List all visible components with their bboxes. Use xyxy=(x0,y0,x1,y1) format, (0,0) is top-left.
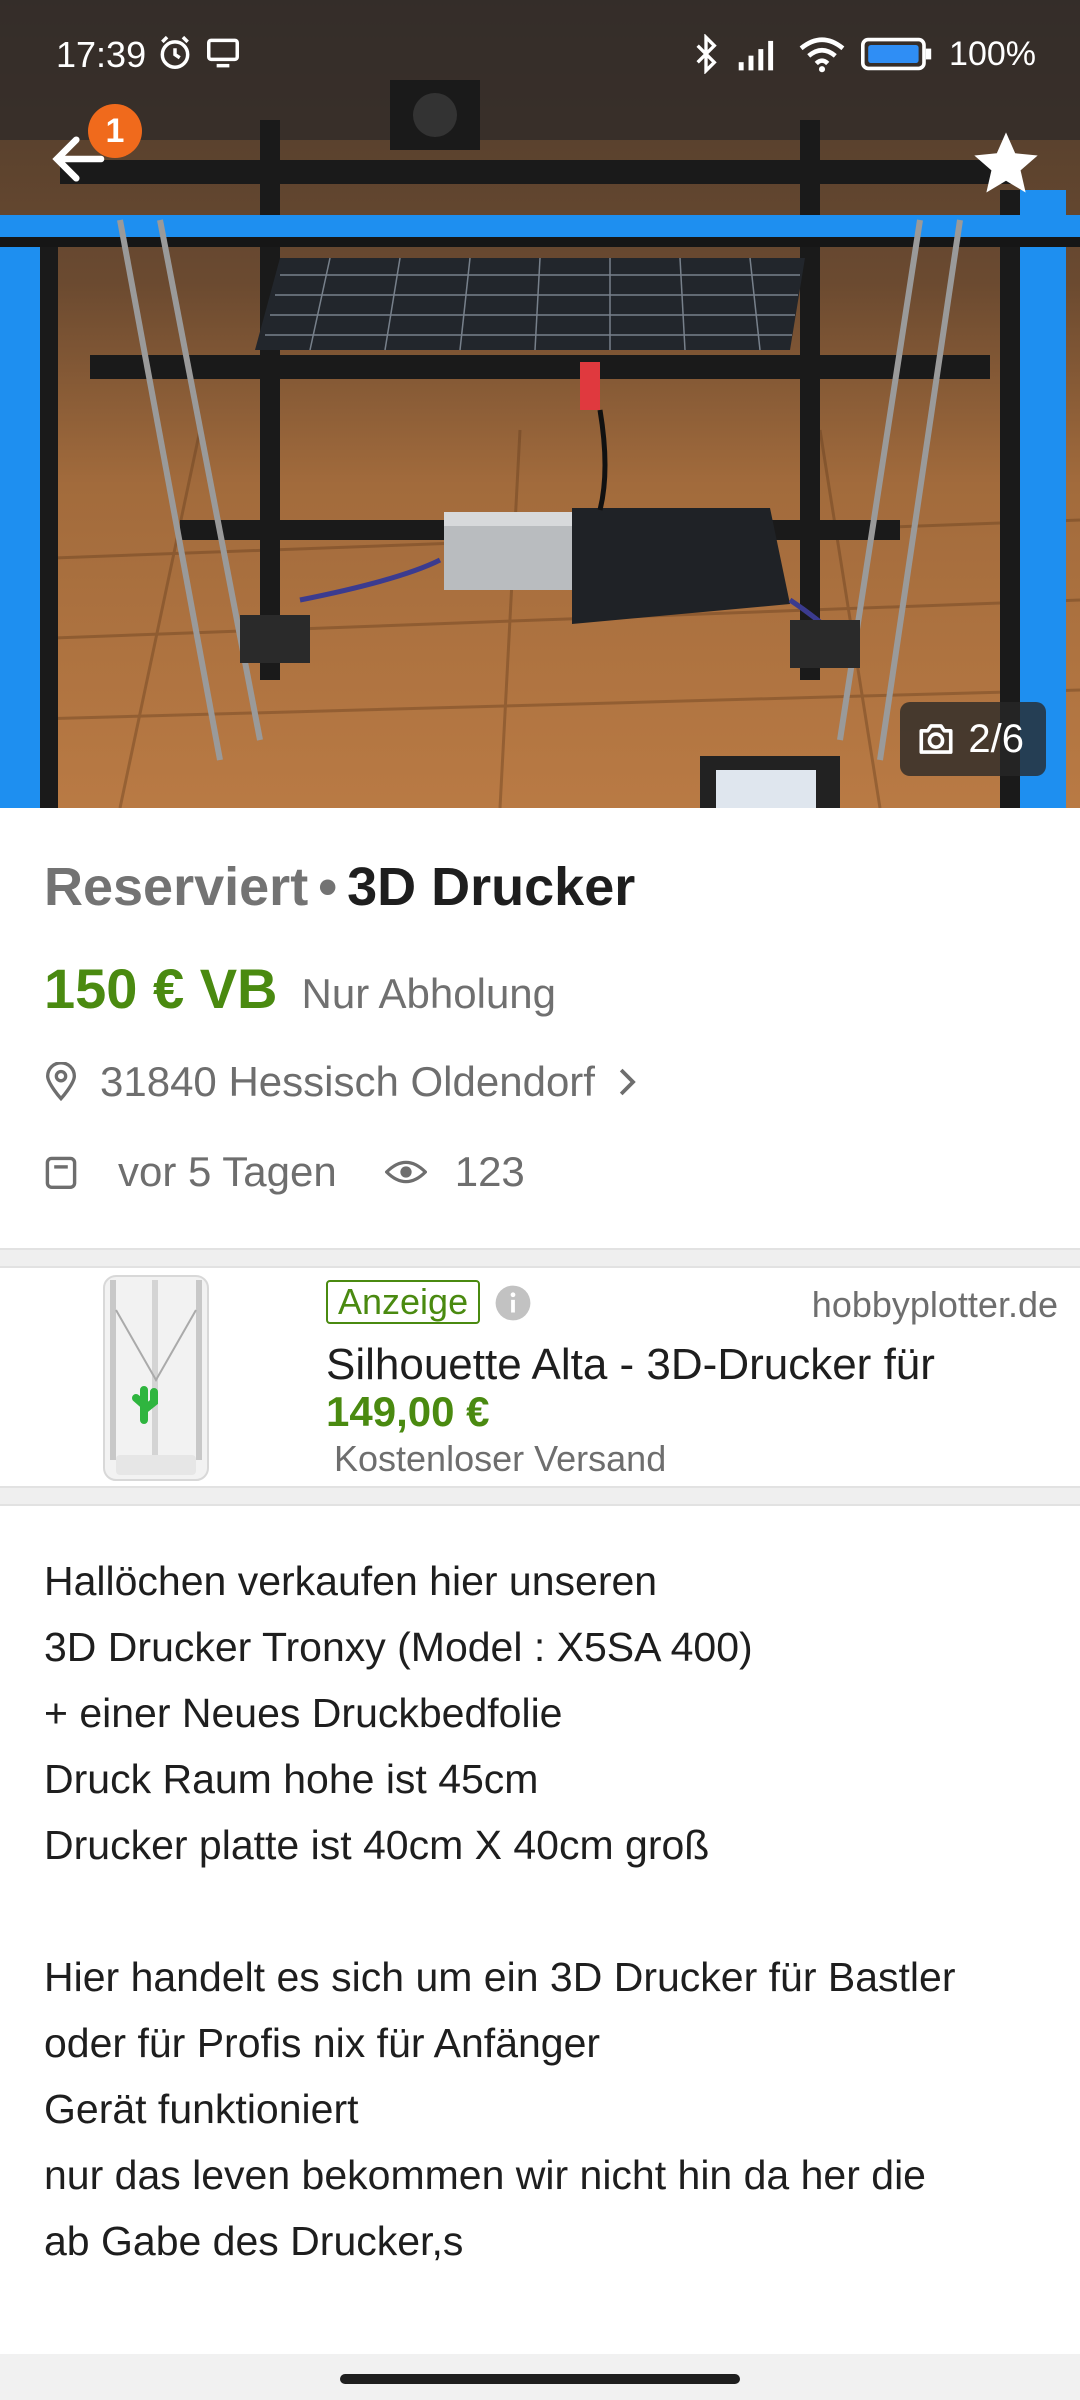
ad-product-image xyxy=(103,1275,209,1481)
listing-meta: vor 5 Tagen 123 xyxy=(44,1148,525,1196)
description-line xyxy=(44,1878,1044,1944)
description-line: ab Gabe des Drucker,s xyxy=(44,2218,464,2264)
ad-domain: hobbyplotter.de xyxy=(811,1284,1058,1325)
home-gesture-handle[interactable] xyxy=(340,2374,740,2384)
posted-date: vor 5 Tagen xyxy=(118,1148,337,1195)
description-line: Druck Raum hohe ist 45cm xyxy=(44,1756,539,1802)
battery-percent: 100% xyxy=(949,34,1036,73)
info-icon[interactable] xyxy=(494,1284,532,1322)
price-row: 150 € VB Nur Abholung xyxy=(44,956,556,1021)
calendar-icon xyxy=(45,1156,77,1189)
ad-title: Silhouette Alta - 3D-Drucker für xyxy=(326,1340,935,1389)
listing-title-text: 3D Drucker xyxy=(347,857,636,917)
ad-badge: Anzeige xyxy=(326,1280,481,1324)
location-text: 31840 Hessisch Oldendorf xyxy=(100,1058,595,1105)
battery-icon xyxy=(861,37,932,71)
listing-title: Reserviert • 3D Drucker xyxy=(44,856,635,918)
screen-cast-icon xyxy=(207,38,239,68)
chevron-right-icon xyxy=(619,1068,636,1096)
view-count: 123 xyxy=(454,1148,525,1195)
delivery-option: Nur Abholung xyxy=(301,970,557,1017)
star-icon[interactable] xyxy=(968,126,1044,202)
image-counter: 2/6 xyxy=(900,702,1046,776)
section-divider xyxy=(0,1486,1080,1506)
description-line: Gerät funktioniert xyxy=(44,2086,359,2132)
description-line: nur das leven bekommen wir nicht hin da … xyxy=(44,2152,926,2198)
camera-icon xyxy=(919,724,953,754)
notification-badge: 1 xyxy=(88,104,142,158)
image-counter-text: 2/6 xyxy=(968,716,1024,761)
eye-icon xyxy=(384,1160,427,1184)
location-pin-icon xyxy=(45,1062,77,1102)
title-separator: • xyxy=(318,857,338,917)
listing-status: Reserviert xyxy=(44,857,309,917)
description-line: oder für Profis nix für Anfänger xyxy=(44,2020,601,2066)
description-line: 3D Drucker Tronxy (Model : X5SA 400) xyxy=(44,1624,753,1670)
description-line: Drucker platte ist 40cm X 40cm groß xyxy=(44,1822,710,1868)
status-bar: 17:39 100% xyxy=(0,0,1080,110)
description-line: + einer Neues Druckbedfolie xyxy=(44,1690,563,1736)
printer-photo-illustration xyxy=(0,0,1080,808)
signal-icon xyxy=(738,40,774,71)
status-time: 17:39 xyxy=(56,34,147,75)
wifi-icon xyxy=(799,37,845,73)
sponsored-ad[interactable]: Anzeige hobbyplotter.de Silhouette Alta … xyxy=(0,1268,1080,1486)
alarm-icon xyxy=(160,35,190,69)
description-line: Hallöchen verkaufen hier unseren xyxy=(44,1558,658,1604)
bluetooth-icon xyxy=(696,34,717,74)
description-line: Hier handelt es sich um ein 3D Drucker f… xyxy=(44,1954,956,2000)
ad-price: 149,00 € xyxy=(326,1388,490,1435)
ad-shipping: Kostenloser Versand xyxy=(334,1438,667,1479)
listing-description: Hallöchen verkaufen hier unseren 3D Druc… xyxy=(44,1548,1044,2274)
listing-price: 150 € VB xyxy=(44,957,278,1020)
section-divider xyxy=(0,1248,1080,1268)
system-navigation-bar xyxy=(0,2354,1080,2400)
location-link[interactable]: 31840 Hessisch Oldendorf xyxy=(44,1058,639,1106)
listing-photo[interactable]: 17:39 100% 1 2/6 xyxy=(0,0,1080,808)
